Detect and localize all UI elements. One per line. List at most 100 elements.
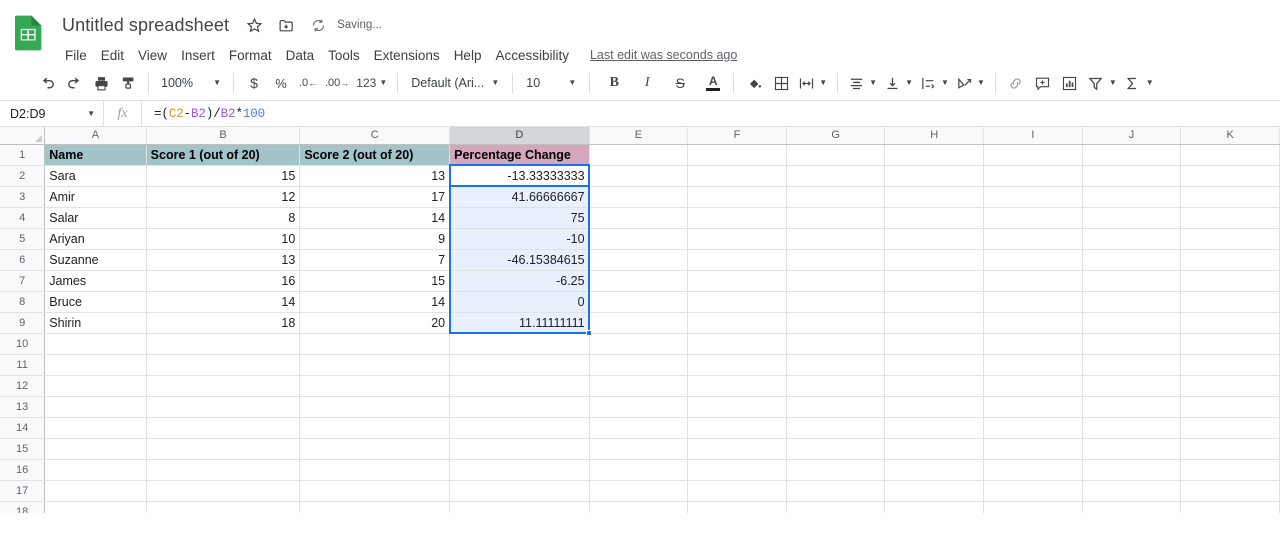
cell-E16[interactable] (589, 459, 689, 481)
cell-D5[interactable]: -10 (449, 228, 590, 250)
cell-J18[interactable] (1082, 501, 1182, 513)
cell-B6[interactable]: 13 (146, 249, 301, 271)
cell-A17[interactable] (44, 480, 147, 502)
cell-H3[interactable] (884, 186, 985, 208)
cell-B12[interactable] (146, 375, 301, 397)
menu-item-view[interactable]: View (131, 45, 174, 66)
formula-input[interactable]: =(C2-B2)/B2*100 (142, 107, 265, 121)
cell-A11[interactable] (44, 354, 147, 376)
cell-A6[interactable]: Suzanne (44, 249, 147, 271)
cell-C9[interactable]: 20 (299, 312, 451, 334)
cell-C7[interactable]: 15 (299, 270, 451, 292)
cell-C6[interactable]: 7 (299, 249, 451, 271)
row-header-1[interactable]: 1 (0, 144, 46, 166)
bold-button[interactable]: B (601, 70, 627, 96)
cell-H2[interactable] (884, 165, 985, 187)
row-header-16[interactable]: 16 (0, 459, 46, 481)
cell-I4[interactable] (983, 207, 1083, 229)
cell-G8[interactable] (786, 291, 886, 313)
cell-I11[interactable] (983, 354, 1083, 376)
cell-B4[interactable]: 8 (146, 207, 301, 229)
row-header-12[interactable]: 12 (0, 375, 46, 397)
row-header-4[interactable]: 4 (0, 207, 46, 229)
document-title[interactable]: Untitled spreadsheet (58, 14, 233, 37)
star-icon[interactable] (243, 14, 265, 36)
cell-B14[interactable] (146, 417, 301, 439)
cell-K1[interactable] (1180, 144, 1280, 166)
cell-E13[interactable] (589, 396, 689, 418)
cell-A5[interactable]: Ariyan (44, 228, 147, 250)
column-header-f[interactable]: F (687, 127, 787, 145)
cell-D7[interactable]: -6.25 (449, 270, 590, 292)
cell-F5[interactable] (687, 228, 787, 250)
cell-E12[interactable] (589, 375, 689, 397)
cell-I8[interactable] (983, 291, 1083, 313)
cell-C13[interactable] (299, 396, 451, 418)
last-edit-link[interactable]: Last edit was seconds ago (590, 48, 737, 62)
cell-F16[interactable] (687, 459, 787, 481)
cell-K13[interactable] (1180, 396, 1280, 418)
currency-format-button[interactable]: $ (241, 70, 267, 96)
cell-H16[interactable] (884, 459, 985, 481)
cell-B18[interactable] (146, 501, 301, 513)
cell-D9[interactable]: 11.11111111 (449, 312, 590, 334)
row-header-6[interactable]: 6 (0, 249, 46, 271)
cell-G7[interactable] (786, 270, 886, 292)
cell-J17[interactable] (1082, 480, 1182, 502)
cell-G12[interactable] (786, 375, 886, 397)
cell-C16[interactable] (299, 459, 451, 481)
cell-A2[interactable]: Sara (44, 165, 147, 187)
cell-H4[interactable] (884, 207, 985, 229)
cell-A13[interactable] (44, 396, 147, 418)
cell-B3[interactable]: 12 (146, 186, 301, 208)
cell-K6[interactable] (1180, 249, 1280, 271)
cell-H18[interactable] (884, 501, 985, 513)
cell-C1[interactable]: Score 2 (out of 20) (299, 144, 451, 166)
row-header-10[interactable]: 10 (0, 333, 46, 355)
row-header-17[interactable]: 17 (0, 480, 46, 502)
cell-B8[interactable]: 14 (146, 291, 301, 313)
cell-E18[interactable] (589, 501, 689, 513)
cell-F13[interactable] (687, 396, 787, 418)
filter-icon[interactable]: ▼ (1084, 70, 1120, 96)
cell-C11[interactable] (299, 354, 451, 376)
undo-icon[interactable] (34, 70, 60, 96)
cell-G3[interactable] (786, 186, 886, 208)
cell-I18[interactable] (983, 501, 1083, 513)
row-header-7[interactable]: 7 (0, 270, 46, 292)
cell-C2[interactable]: 13 (299, 165, 451, 187)
column-header-k[interactable]: K (1180, 127, 1280, 145)
cell-I12[interactable] (983, 375, 1083, 397)
cell-F15[interactable] (687, 438, 787, 460)
cell-C12[interactable] (299, 375, 451, 397)
cell-K17[interactable] (1180, 480, 1280, 502)
row-header-3[interactable]: 3 (0, 186, 46, 208)
cell-J12[interactable] (1082, 375, 1182, 397)
cell-C14[interactable] (299, 417, 451, 439)
cell-B15[interactable] (146, 438, 301, 460)
increase-decimal-button[interactable]: .00 → (322, 70, 352, 96)
cell-E6[interactable] (589, 249, 689, 271)
cell-J9[interactable] (1082, 312, 1182, 334)
column-header-g[interactable]: G (786, 127, 886, 145)
merge-cells-icon[interactable]: ▼ (795, 70, 830, 96)
cell-J11[interactable] (1082, 354, 1182, 376)
cell-G2[interactable] (786, 165, 886, 187)
select-all-corner[interactable] (0, 127, 46, 145)
vertical-align-icon[interactable]: ▼ (881, 70, 916, 96)
cell-J2[interactable] (1082, 165, 1182, 187)
cell-F17[interactable] (687, 480, 787, 502)
cell-F8[interactable] (687, 291, 787, 313)
cell-I14[interactable] (983, 417, 1083, 439)
cell-A9[interactable]: Shirin (44, 312, 147, 334)
cell-K14[interactable] (1180, 417, 1280, 439)
link-icon[interactable] (1003, 70, 1029, 96)
cell-G1[interactable] (786, 144, 886, 166)
cell-I9[interactable] (983, 312, 1083, 334)
cell-E4[interactable] (589, 207, 689, 229)
redo-icon[interactable] (61, 70, 87, 96)
cell-G18[interactable] (786, 501, 886, 513)
strikethrough-button[interactable]: S (667, 70, 693, 96)
cell-K11[interactable] (1180, 354, 1280, 376)
cell-G14[interactable] (786, 417, 886, 439)
